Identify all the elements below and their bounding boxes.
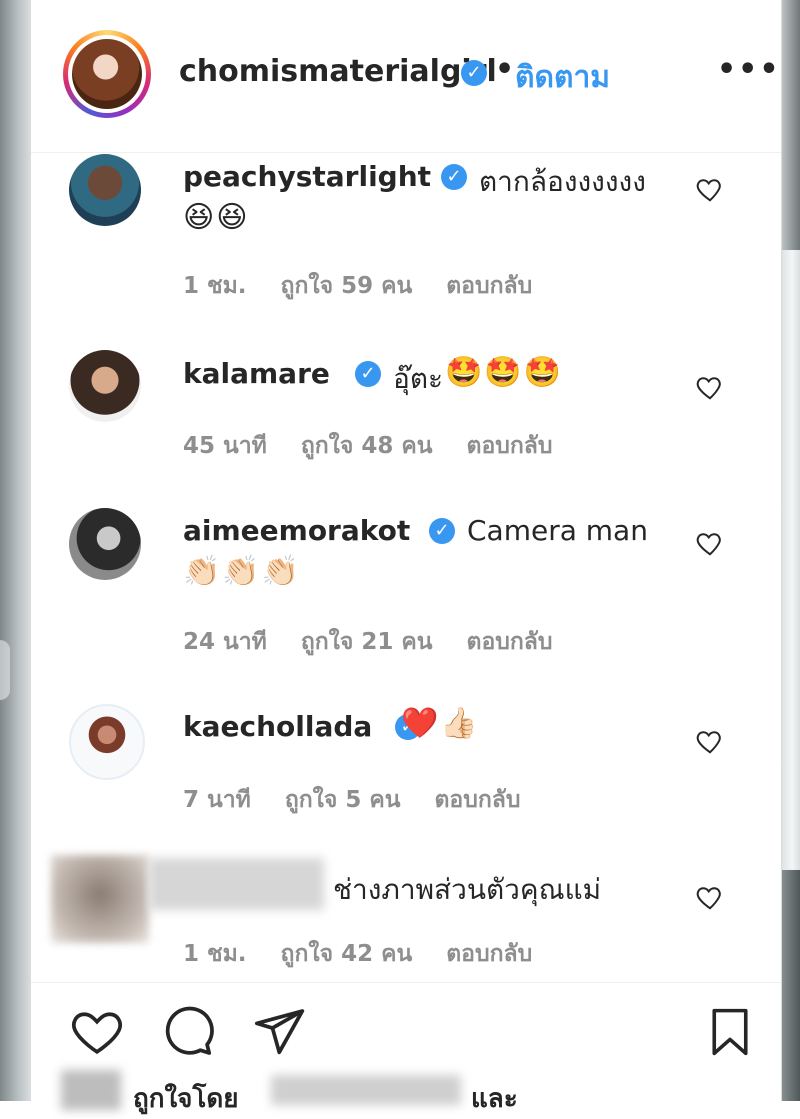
reply-button[interactable]: ตอบกลับ: [467, 629, 553, 655]
reply-button[interactable]: ตอบกลับ: [446, 273, 532, 299]
comment-text: อุ๊ตะ: [393, 362, 444, 395]
commenter-avatar[interactable]: [69, 154, 141, 226]
comment-text: Camera man: [467, 514, 648, 547]
comment-time[interactable]: 45 นาที: [183, 433, 267, 459]
comment-username[interactable]: aimeemorakot: [183, 514, 410, 547]
share-send-icon[interactable]: [249, 1004, 309, 1060]
comment-likes[interactable]: ถูกใจ 59 คน: [281, 273, 413, 299]
more-options-icon[interactable]: •••: [717, 52, 781, 87]
comment-username-blurred[interactable]: [149, 858, 324, 910]
comment-meta: 45 นาที ถูกใจ 48 คน ตอบกลับ: [183, 428, 587, 464]
comment-time[interactable]: 1 ชม.: [183, 273, 247, 299]
comment-text: ตากล้องงงงงง: [479, 165, 646, 198]
reply-button[interactable]: ตอบกลับ: [446, 941, 532, 967]
comment-meta: 1 ชม. ถูกใจ 42 คน ตอบกลับ: [183, 936, 566, 972]
comment-emoji: 👏🏻👏🏻👏🏻: [183, 554, 302, 589]
liked-by-label: ถูกใจโดย: [133, 1084, 239, 1114]
comment-time[interactable]: 24 นาที: [183, 629, 267, 655]
comment-username[interactable]: peachystarlight: [183, 160, 431, 193]
reply-button[interactable]: ตอบกลับ: [435, 787, 521, 813]
reply-button[interactable]: ตอบกลับ: [467, 433, 553, 459]
comment-emoji: 😆😆: [183, 200, 250, 235]
post-header: chomismaterialgirl ✓ • ติดตาม •••: [31, 0, 781, 153]
verified-badge-icon: ✓: [429, 518, 455, 544]
verified-badge-icon: ✓: [461, 60, 487, 86]
commenter-avatar[interactable]: [69, 350, 141, 422]
comment-text: ช่างภาพส่วนตัวคุณแม่: [333, 873, 602, 906]
profile-avatar[interactable]: [63, 30, 151, 118]
commenter-avatar-blurred[interactable]: [51, 855, 149, 943]
background-photo-left: [0, 0, 30, 1101]
comments-panel: chomismaterialgirl ✓ • ติดตาม ••• peachy…: [30, 0, 782, 1114]
heart-icon[interactable]: [695, 726, 725, 756]
header-username[interactable]: chomismaterialgirl: [179, 54, 497, 89]
heart-icon[interactable]: [695, 882, 725, 912]
commenter-avatar[interactable]: [69, 704, 145, 780]
heart-icon[interactable]: [695, 528, 725, 558]
follow-button[interactable]: ติดตาม: [515, 54, 610, 101]
comment-time[interactable]: 7 นาที: [183, 787, 251, 813]
comment-username[interactable]: kalamare: [183, 357, 330, 390]
verified-badge-icon: ✓: [441, 164, 467, 190]
background-photo-right: [780, 0, 800, 1101]
heart-icon[interactable]: [695, 174, 725, 204]
like-heart-icon[interactable]: [67, 1004, 127, 1060]
heart-icon[interactable]: [695, 372, 725, 402]
header-separator: •: [495, 52, 515, 87]
comment-bubble-icon[interactable]: [157, 1004, 217, 1060]
commenter-avatar[interactable]: [69, 508, 141, 580]
bookmark-save-icon[interactable]: [703, 1002, 757, 1062]
comment-emoji: 🤩🤩🤩: [445, 355, 564, 390]
comment-likes[interactable]: ถูกใจ 42 คน: [281, 941, 413, 967]
comment-likes[interactable]: ถูกใจ 5 คน: [285, 787, 401, 813]
comment-emoji: ❤️👍🏻: [401, 706, 480, 741]
comment-likes[interactable]: ถูกใจ 48 คน: [301, 433, 433, 459]
comment-time[interactable]: 1 ชม.: [183, 941, 247, 967]
liker-avatar-blurred[interactable]: [61, 1070, 121, 1110]
comment-meta: 24 นาที ถูกใจ 21 คน ตอบกลับ: [183, 624, 587, 660]
comment-username[interactable]: kaechollada: [183, 710, 372, 743]
verified-badge-icon: ✓: [355, 361, 381, 387]
liked-by-and: และ: [471, 1084, 518, 1114]
comment-meta: 1 ชม. ถูกใจ 59 คน ตอบกลับ: [183, 268, 566, 304]
comment-likes[interactable]: ถูกใจ 21 คน: [301, 629, 433, 655]
comment-meta: 7 นาที ถูกใจ 5 คน ตอบกลับ: [183, 782, 554, 818]
